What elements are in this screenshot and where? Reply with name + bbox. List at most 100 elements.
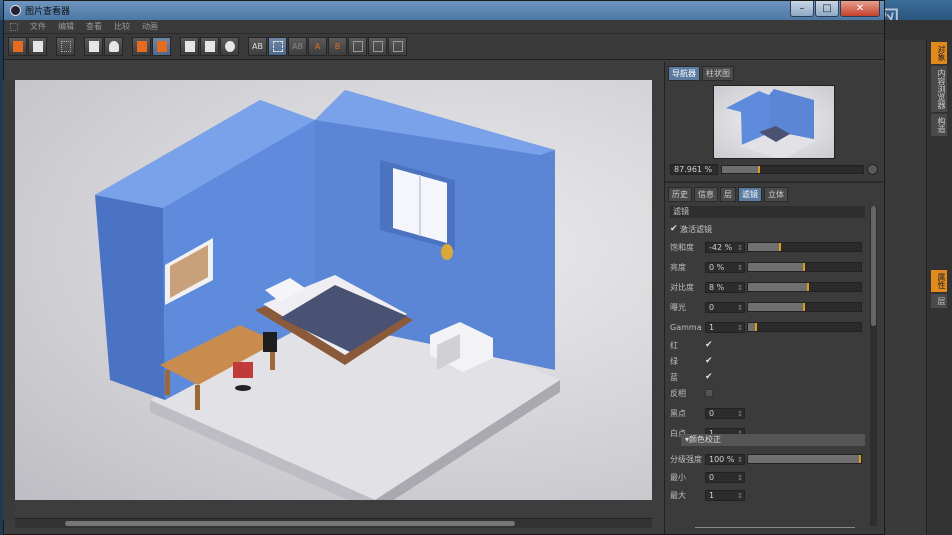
grid-button[interactable] [56,37,75,56]
tab-history[interactable]: 历史 [668,187,692,202]
user-icon [108,41,119,52]
layer-button-3[interactable] [388,37,407,56]
tab-host-layers[interactable]: 层 [931,294,947,308]
panel-divider [665,181,883,183]
activate-filter-checkbox[interactable]: ✔ [670,224,680,234]
exposure-row: 曝光 0 [670,300,865,314]
gamma-slider[interactable] [747,322,862,332]
ab-compare-button[interactable]: AB [248,37,267,56]
split-compare-button[interactable] [268,37,287,56]
menu-compare[interactable]: 比较 [114,21,130,32]
layer-icon [372,41,383,52]
gamma-label: Gamma [670,322,702,332]
window-controls: – □ ✕ [790,1,880,17]
channel-green-row: 绿 ✔ [670,354,865,368]
scroll-thumb[interactable] [65,521,515,526]
contrast-label: 对比度 [670,282,694,292]
contrast-field[interactable]: 8 % [705,281,745,293]
grading-strength-label: 分级强度 [670,454,702,464]
menu-edit[interactable]: 编辑 [58,21,74,32]
minimize-button[interactable]: – [790,1,814,17]
tab-attributes[interactable]: 属性 [931,270,947,292]
channel-green-label: 绿 [670,356,678,366]
host-app-tabs: 对象 内容浏览器 构造 属性 层 [929,40,949,310]
render-view-icon [204,41,215,52]
grading-strength-field[interactable]: 100 % [705,453,745,465]
channel-blue-checkbox[interactable]: ✔ [705,372,715,382]
property-tabs: 历史 信息 层 滤镜 立体 [668,187,788,202]
render-region-button[interactable] [180,37,199,56]
set-a-button[interactable]: A [308,37,327,56]
copy-button[interactable] [132,37,151,56]
brightness-row: 亮度 0 % [670,260,865,274]
set-b-button[interactable]: B [328,37,347,56]
tab-histogram[interactable]: 柱状图 [702,66,734,81]
tab-stereo[interactable]: 立体 [764,187,788,202]
render-view-button[interactable] [200,37,219,56]
exposure-label: 曝光 [670,302,686,312]
menu-file[interactable]: 文件 [30,21,46,32]
host-app-sidebar: 对象 内容浏览器 构造 属性 层 [885,20,952,535]
tab-filter[interactable]: 滤镜 [738,187,762,202]
channel-red-checkbox[interactable]: ✔ [705,340,715,350]
channel-green-checkbox[interactable]: ✔ [705,356,715,366]
min-field[interactable]: 0 [705,471,745,483]
contrast-slider[interactable] [747,282,862,292]
horizontal-scrollbar[interactable] [15,518,652,528]
fit-button[interactable] [84,37,103,56]
tab-navigator[interactable]: 导航器 [668,66,700,81]
invert-checkbox[interactable] [705,389,713,397]
zoom-field[interactable]: 87.961 % [670,163,718,175]
menu-animation[interactable]: 动画 [142,21,158,32]
layer-button-1[interactable] [348,37,367,56]
close-button[interactable]: ✕ [840,1,880,17]
user-button[interactable] [104,37,123,56]
navigator-tabs: 导航器 柱状图 [665,62,882,85]
grading-strength-row: 分级强度 100 % [670,452,865,466]
grading-strength-slider[interactable] [747,454,862,464]
color-correction-header[interactable]: ▾颜色校正 [681,434,865,446]
exposure-slider[interactable] [747,302,862,312]
zoom-slider[interactable] [721,164,864,174]
invert-label: 反相 [670,388,686,398]
saturation-field[interactable]: -42 % [705,241,745,253]
channel-blue-row: 蓝 ✔ [670,370,865,384]
tab-structure[interactable]: 构造 [931,114,947,136]
layer-button-2[interactable] [368,37,387,56]
tab-objects[interactable]: 对象 [931,42,947,64]
exposure-field[interactable]: 0 [705,301,745,313]
gamma-field[interactable]: 1 [705,321,745,333]
saturation-slider[interactable] [747,242,862,252]
tab-layers[interactable]: 层 [720,187,736,202]
zoom-reset-button[interactable] [867,163,878,175]
tab-info[interactable]: 信息 [694,187,718,202]
navigator-thumbnail[interactable] [713,85,835,159]
title-bar: 图片查看器 – □ ✕ [4,1,884,20]
menu-view[interactable]: 查看 [86,21,102,32]
black-point-label: 黑点 [670,408,686,418]
tab-content-browser[interactable]: 内容浏览器 [931,66,947,112]
black-point-field[interactable]: 0 [705,407,745,419]
brightness-slider[interactable] [747,262,862,272]
grid-icon [60,41,71,52]
ab-swap-button[interactable]: AB [288,37,307,56]
app-icon [10,5,21,16]
max-field[interactable]: 1 [705,489,745,501]
invert-row: 反相 [670,386,865,400]
panel-scroll-thumb[interactable] [871,206,876,326]
activate-filter-row[interactable]: ✔ 激活滤镜 [670,222,865,236]
image-viewport[interactable] [15,80,652,500]
save-icon [32,41,43,52]
open-file-button[interactable] [8,37,27,56]
fit-icon [88,41,99,52]
tone-curve[interactable] [695,510,855,528]
maximize-button[interactable]: □ [815,1,839,17]
brightness-field[interactable]: 0 % [705,261,745,273]
panel-scrollbar[interactable] [870,206,877,526]
save-button[interactable] [28,37,47,56]
channel-blue-label: 蓝 [670,372,678,382]
filter-section-header: 滤镜 [670,206,865,218]
paste-button[interactable] [152,37,171,56]
render-settings-button[interactable] [220,37,239,56]
max-row: 最大 1 [670,488,865,502]
